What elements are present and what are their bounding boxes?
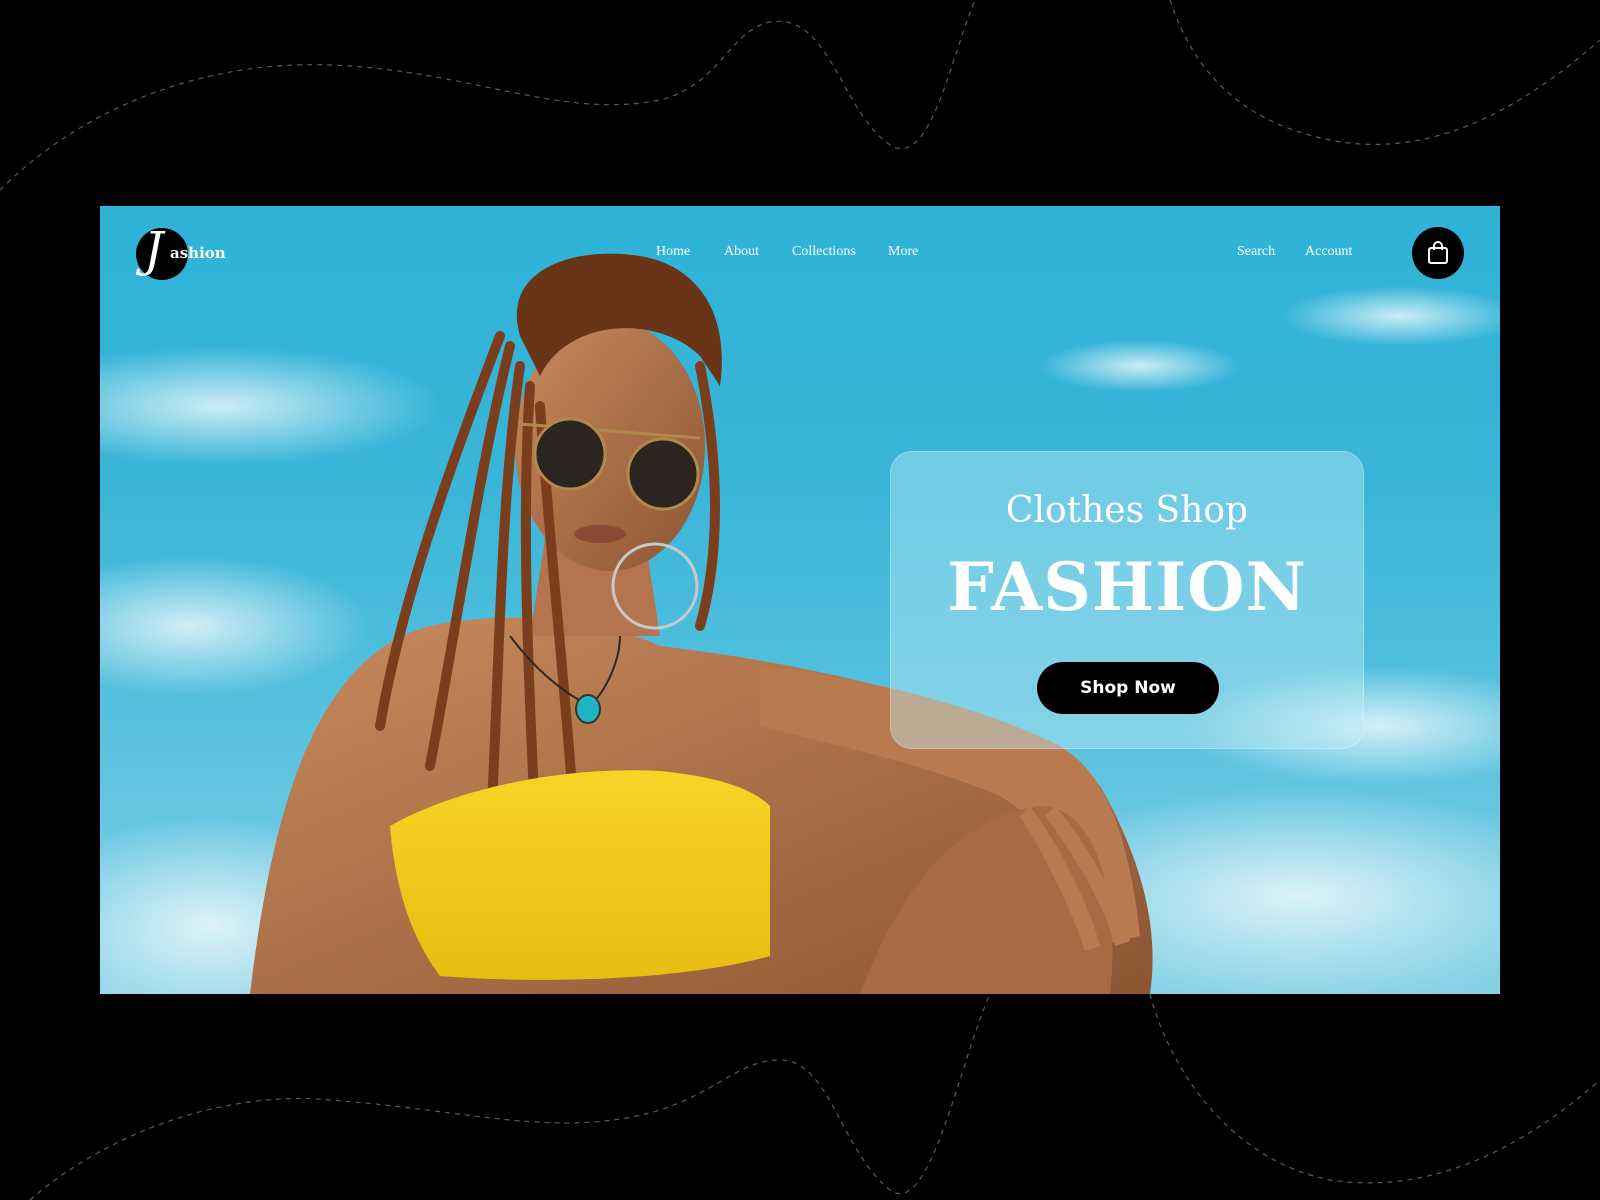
nav-link-account[interactable]: Account [1305, 244, 1352, 260]
brand-logo[interactable]: J ashion [136, 222, 246, 294]
cart-button[interactable] [1412, 227, 1464, 279]
logo-text: ashion [170, 244, 226, 262]
promo-subtitle: Clothes Shop [1005, 490, 1249, 531]
shop-now-button[interactable]: Shop Now [1037, 662, 1219, 714]
nav-link-search[interactable]: Search [1237, 244, 1275, 260]
nav-link-collections[interactable]: Collections [792, 244, 856, 260]
nav-link-about[interactable]: About [724, 244, 759, 260]
logo-mark: J [144, 222, 164, 278]
shopping-bag-icon [1428, 241, 1448, 264]
promo-title: FASHION [947, 548, 1307, 626]
hero-section: J ashion Home About Collections More Sea… [100, 206, 1500, 994]
promo-card: Clothes Shop FASHION Shop Now [890, 451, 1364, 749]
nav-link-more[interactable]: More [888, 244, 918, 260]
nav-link-home[interactable]: Home [656, 244, 690, 260]
